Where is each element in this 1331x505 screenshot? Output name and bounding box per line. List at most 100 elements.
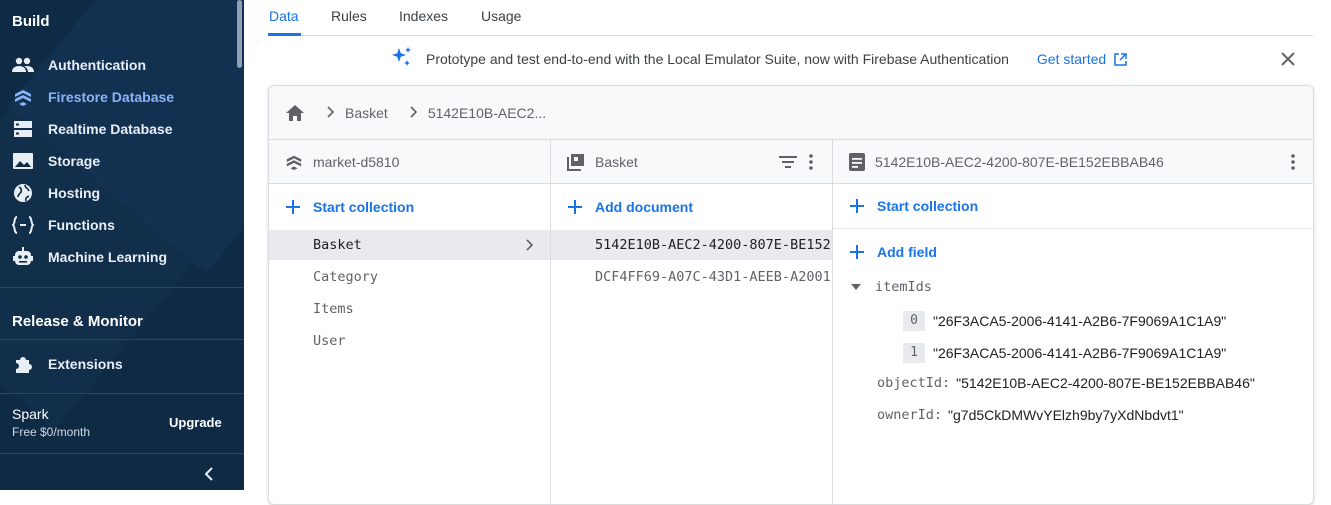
- upgrade-button[interactable]: Upgrade: [169, 415, 222, 430]
- expand-arrow-icon[interactable]: [851, 284, 861, 290]
- active-tab-indicator: [268, 33, 301, 36]
- sidebar-divider: [0, 339, 244, 340]
- chevron-right-icon: [410, 105, 418, 121]
- collection-item[interactable]: Category: [269, 262, 550, 292]
- main-content: Data Rules Indexes Usage Prototype and t…: [244, 0, 1331, 505]
- field-key: ownerId:: [877, 407, 943, 423]
- collection-title: Basket: [595, 153, 638, 170]
- collection-icon: [567, 153, 585, 171]
- globe-icon: [12, 182, 34, 204]
- plus-icon: [285, 199, 301, 215]
- start-collection-label: Start collection: [877, 198, 979, 214]
- collection-item[interactable]: User: [269, 326, 550, 356]
- sidebar-divider: [0, 287, 244, 288]
- field-key: objectId:: [877, 375, 951, 391]
- sidebar-item-label: Realtime Database: [48, 121, 173, 137]
- field-itemIds[interactable]: itemIds: [851, 279, 932, 295]
- add-document-button[interactable]: Add document: [551, 184, 832, 229]
- open-in-new-icon: [1114, 52, 1127, 66]
- sidebar-item-label: Firestore Database: [48, 89, 175, 105]
- field-value: "26F3ACA5-2006-4141-A2B6-7F9069A1C1A9": [933, 313, 1227, 329]
- banner-text: Prototype and test end-to-end with the L…: [426, 51, 1009, 67]
- puzzle-icon: [12, 353, 34, 375]
- database-icon: [12, 118, 34, 140]
- sidebar-item-realtime-database[interactable]: Realtime Database: [0, 113, 236, 145]
- document-item[interactable]: 5142E10B-AEC2-4200-807E-BE152EBBAB46: [551, 230, 832, 260]
- root-column: market-d5810 Start collection Basket Cat…: [269, 140, 551, 504]
- tab-data[interactable]: Data: [269, 8, 299, 24]
- collection-name: Basket: [313, 237, 362, 253]
- sidebar-item-authentication[interactable]: Authentication: [0, 49, 236, 81]
- sparkle-icon: [390, 45, 414, 74]
- home-icon[interactable]: [285, 104, 305, 122]
- add-field-label: Add field: [877, 243, 937, 260]
- breadcrumb-item[interactable]: 5142E10B-AEC2...: [428, 105, 546, 121]
- document-column: 5142E10B-AEC2-4200-807E-BE152EBBAB46 Sta…: [833, 140, 1313, 504]
- collection-item[interactable]: Items: [269, 294, 550, 324]
- filter-icon[interactable]: [779, 155, 797, 169]
- functions-icon: [12, 214, 34, 236]
- close-banner-icon[interactable]: [1280, 51, 1296, 72]
- array-element[interactable]: 0 "26F3ACA5-2006-4141-A2B6-7F9069A1C1A9": [903, 311, 1226, 331]
- tab-usage[interactable]: Usage: [481, 8, 521, 24]
- build-section-title: Build: [12, 13, 50, 30]
- column-header: 5142E10B-AEC2-4200-807E-BE152EBBAB46: [833, 140, 1313, 184]
- field-value: "26F3ACA5-2006-4141-A2B6-7F9069A1C1A9": [933, 345, 1227, 361]
- collapse-sidebar-icon[interactable]: [202, 466, 216, 487]
- emulator-banner: Prototype and test end-to-end with the L…: [390, 46, 1127, 72]
- sidebar-scrollbar[interactable]: [237, 0, 242, 68]
- sidebar-item-machine-learning[interactable]: Machine Learning: [0, 241, 236, 273]
- array-index: 0: [903, 311, 925, 331]
- tab-rules[interactable]: Rules: [331, 8, 367, 24]
- add-field-button[interactable]: Add field: [833, 229, 1313, 274]
- get-started-label: Get started: [1036, 51, 1107, 67]
- sidebar-item-extensions[interactable]: Extensions: [0, 348, 236, 380]
- sidebar-item-storage[interactable]: Storage: [0, 145, 236, 177]
- firestore-icon: [285, 153, 303, 171]
- sidebar-item-functions[interactable]: Functions: [0, 209, 236, 241]
- field-value: "5142E10B-AEC2-4200-807E-BE152EBBAB46": [956, 375, 1255, 391]
- plus-icon: [567, 199, 583, 215]
- sidebar-item-label: Functions: [48, 217, 115, 233]
- plus-icon: [849, 198, 865, 214]
- tab-indexes[interactable]: Indexes: [399, 8, 448, 24]
- sidebar-item-label: Authentication: [48, 57, 146, 73]
- document-title: 5142E10B-AEC2-4200-807E-BE152EBBAB46: [875, 153, 1164, 170]
- sidebar-item-label: Extensions: [48, 356, 123, 372]
- document-item[interactable]: DCF4FF69-A07C-43D1-AEEB-A2001: [551, 262, 832, 292]
- sidebar-item-label: Hosting: [48, 185, 101, 201]
- sidebar-divider: [0, 453, 244, 454]
- column-header: Basket: [551, 140, 832, 184]
- breadcrumb-item[interactable]: Basket: [345, 105, 388, 121]
- sidebar-item-label: Machine Learning: [48, 249, 168, 265]
- field-value: "g7d5CkDMWvYElzh9by7yXdNbdvt1": [948, 407, 1184, 423]
- add-document-label: Add document: [595, 198, 693, 215]
- release-section-title: Release & Monitor: [12, 313, 143, 330]
- chevron-right-icon: [327, 105, 335, 121]
- breadcrumb: Basket 5142E10B-AEC2...: [269, 86, 1313, 140]
- start-collection-button[interactable]: Start collection: [269, 184, 550, 229]
- array-index: 1: [903, 343, 925, 363]
- sidebar-divider: [0, 393, 244, 394]
- field-key: itemIds: [875, 279, 932, 295]
- sidebar-item-firestore[interactable]: Firestore Database: [0, 81, 236, 113]
- get-started-link[interactable]: Get started: [1037, 51, 1127, 67]
- column-header: market-d5810: [269, 140, 550, 184]
- plan-name: Spark: [12, 406, 49, 422]
- collection-column: Basket Add document 5142E10B-AEC2-4200-8…: [551, 140, 833, 504]
- collection-item[interactable]: Basket: [269, 230, 550, 260]
- chevron-right-icon: [526, 239, 534, 251]
- firestore-icon: [12, 86, 34, 108]
- start-subcollection-button[interactable]: Start collection: [833, 184, 1313, 229]
- field-ownerId[interactable]: ownerId: "g7d5CkDMWvYElzh9by7yXdNbdvt1": [877, 407, 1184, 423]
- more-vert-icon[interactable]: [809, 153, 813, 170]
- image-icon: [12, 150, 34, 172]
- robot-icon: [12, 246, 34, 268]
- firestore-data-panel: Basket 5142E10B-AEC2... market-d5810 Sta…: [268, 85, 1314, 505]
- sidebar-item-hosting[interactable]: Hosting: [0, 177, 236, 209]
- plus-icon: [849, 244, 865, 260]
- start-collection-label: Start collection: [313, 198, 415, 215]
- field-objectId[interactable]: objectId: "5142E10B-AEC2-4200-807E-BE152…: [877, 375, 1255, 391]
- more-vert-icon[interactable]: [1291, 153, 1295, 170]
- array-element[interactable]: 1 "26F3ACA5-2006-4141-A2B6-7F9069A1C1A9": [903, 343, 1226, 363]
